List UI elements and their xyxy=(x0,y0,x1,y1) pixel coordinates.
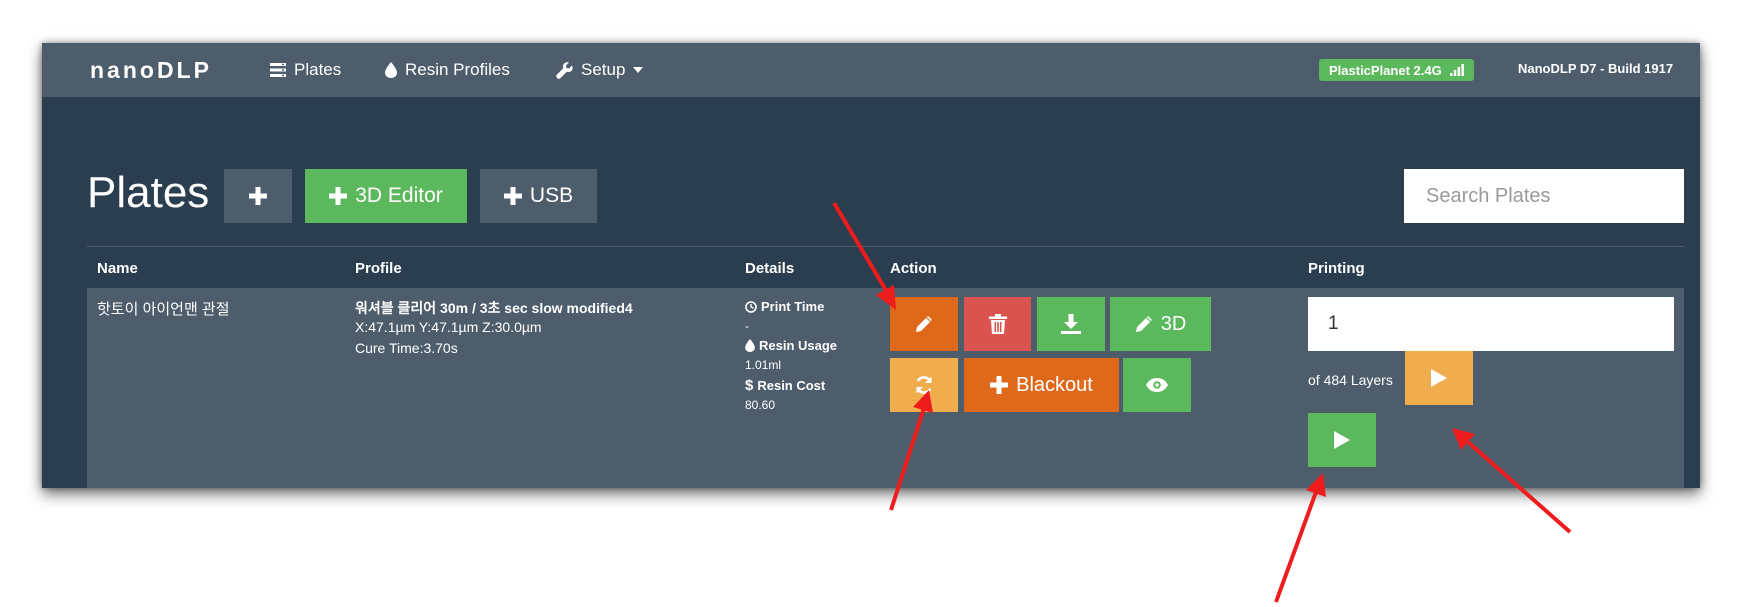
start-layer-input[interactable] xyxy=(1308,297,1674,351)
print-time-heading: Print Time xyxy=(745,299,824,314)
start-print-button[interactable] xyxy=(1308,413,1376,467)
3d-editor-button[interactable]: 3D Editor xyxy=(305,169,467,223)
view-3d-label: 3D xyxy=(1160,312,1187,335)
plus-icon xyxy=(249,187,267,205)
profile-name: 워셔블 클리어 30m / 3초 sec slow modified4 xyxy=(355,300,633,316)
app-window: nanoDLP Plates Resin Profiles Setup Plas… xyxy=(42,43,1700,488)
delete-plate-button[interactable] xyxy=(964,297,1031,351)
caret-down-icon xyxy=(633,67,644,73)
plus-icon xyxy=(990,376,1009,394)
nav-plates-label: Plates xyxy=(294,60,342,79)
pencil-icon xyxy=(916,316,932,332)
add-plate-button[interactable] xyxy=(224,169,292,223)
print-time-value: - xyxy=(745,319,749,333)
start-from-layer-button[interactable] xyxy=(1405,351,1473,405)
nav-resin-profiles[interactable]: Resin Profiles xyxy=(385,60,510,80)
navbar: nanoDLP Plates Resin Profiles Setup Plas… xyxy=(42,43,1700,97)
drop-icon xyxy=(745,339,755,352)
plus-icon xyxy=(329,187,348,205)
nav-resin-profiles-label: Resin Profiles xyxy=(405,60,510,79)
usb-button[interactable]: USB xyxy=(480,169,597,223)
edit-plate-button[interactable] xyxy=(890,297,958,351)
column-header-name: Name xyxy=(97,260,138,277)
annotation-arrow xyxy=(1274,491,1318,603)
view-3d-button[interactable]: 3D xyxy=(1110,297,1211,351)
search-plates-input[interactable] xyxy=(1404,169,1684,223)
signal-strength-icon xyxy=(1449,64,1464,76)
nav-plates[interactable]: Plates xyxy=(270,60,341,80)
wifi-status-badge[interactable]: PlasticPlanet 2.4G xyxy=(1319,59,1474,81)
blackout-button[interactable]: Blackout xyxy=(964,358,1119,412)
resin-cost-heading: $ Resin Cost xyxy=(745,377,825,394)
column-header-profile: Profile xyxy=(355,260,402,277)
total-layers-text: of 484 Layers xyxy=(1308,372,1393,388)
play-icon xyxy=(1334,431,1350,449)
nav-setup-label: Setup xyxy=(581,60,626,79)
column-header-details: Details xyxy=(745,260,795,277)
pencil-icon xyxy=(1135,316,1152,332)
resin-usage-label: Resin Usage xyxy=(759,338,838,353)
page-title: Plates xyxy=(87,168,210,217)
print-time-label: Print Time xyxy=(761,299,825,314)
resin-usage-heading: Resin Usage xyxy=(745,338,837,353)
resin-cost-value: 80.60 xyxy=(745,398,776,412)
plus-icon xyxy=(503,187,522,205)
column-header-printing: Printing xyxy=(1308,260,1365,277)
resin-usage-value: 1.01ml xyxy=(745,358,782,372)
plate-name: 핫토이 아이언맨 관절 xyxy=(97,301,230,318)
profile-resolution: X:47.1µm Y:47.1µm Z:30.0µm xyxy=(355,319,542,335)
column-header-action: Action xyxy=(890,260,937,277)
drop-icon xyxy=(385,62,397,78)
version-label: NanoDLP D7 - Build 1917 xyxy=(1518,61,1674,76)
wrench-icon xyxy=(556,61,573,79)
download-plate-button[interactable] xyxy=(1037,297,1105,351)
refresh-icon xyxy=(916,376,932,394)
3d-editor-label: 3D Editor xyxy=(355,184,443,207)
blackout-label: Blackout xyxy=(1016,373,1093,396)
preview-plate-button[interactable] xyxy=(1123,358,1191,412)
wifi-ssid: PlasticPlanet 2.4G xyxy=(1329,62,1442,78)
dollar-icon: $ xyxy=(745,377,754,394)
download-icon xyxy=(1061,314,1081,334)
usb-label: USB xyxy=(529,184,574,207)
clock-icon xyxy=(745,300,757,313)
play-icon xyxy=(1431,369,1447,387)
divider xyxy=(87,246,1684,247)
list-icon xyxy=(270,63,286,77)
trash-icon xyxy=(988,314,1007,334)
nav-setup-dropdown[interactable]: Setup xyxy=(556,60,644,80)
eye-icon xyxy=(1146,378,1168,392)
resin-cost-label: Resin Cost xyxy=(757,378,826,393)
profile-cure-time: Cure Time:3.70s xyxy=(355,340,458,356)
regenerate-plate-button[interactable] xyxy=(890,358,958,412)
brand-logo[interactable]: nanoDLP xyxy=(90,57,212,84)
